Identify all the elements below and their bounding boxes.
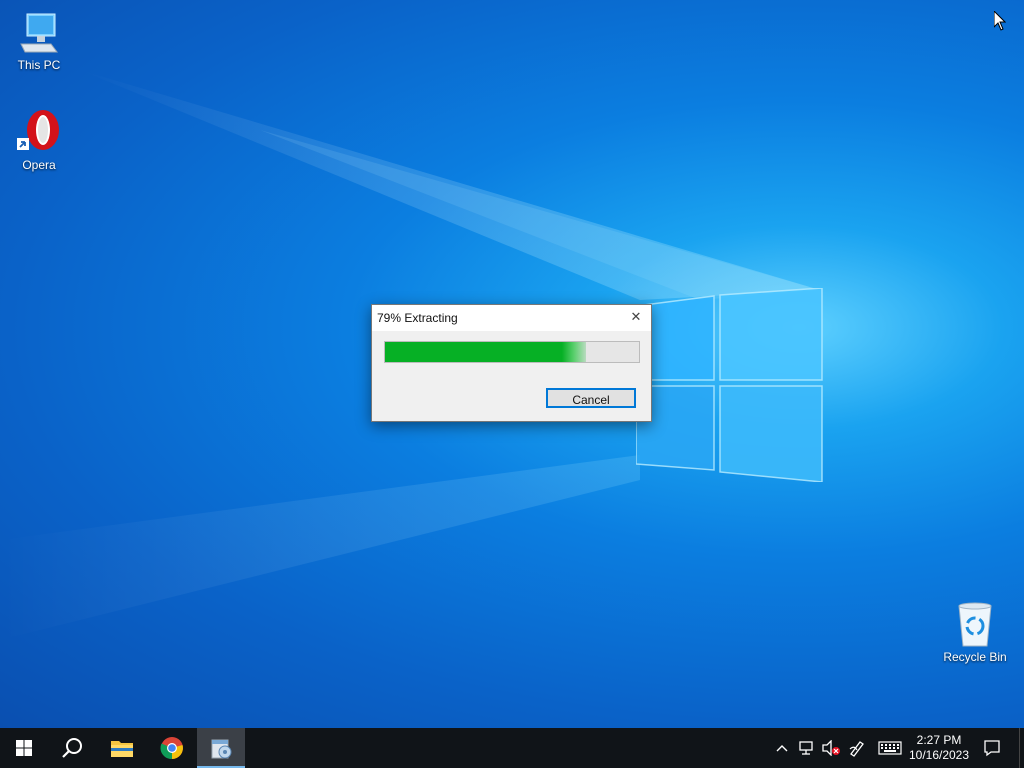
keyboard-icon[interactable] [876,728,904,768]
archive-extractor-icon [211,739,232,759]
progress-bar-fill [385,342,586,362]
recycle-bin-icon [951,600,999,648]
desktop-icon-label: Opera [22,158,56,172]
extract-progress-dialog: 79% Extracting ✕ Cancel [371,304,652,422]
dialog-title: 79% Extracting [377,311,458,325]
volume-muted-icon[interactable] [820,728,842,768]
desktop-icon-label: Recycle Bin [943,650,1007,664]
windows-logo-wallpaper [636,288,823,482]
close-icon[interactable]: ✕ [627,309,645,327]
cancel-button[interactable]: Cancel [546,388,636,408]
clock-date: 10/16/2023 [908,748,970,762]
desktop-icon-recycle-bin[interactable]: Recycle Bin [937,600,1013,664]
opera-icon [15,108,63,156]
extract-progress-bar [384,341,640,363]
desktop-icon-this-pc[interactable]: This PC [1,8,77,72]
notification-icon[interactable] [978,728,1006,768]
network-icon[interactable] [796,728,818,768]
taskbar: 2:27 PM 10/16/2023 [0,728,1024,768]
show-desktop-button[interactable] [1019,728,1024,768]
pen-icon[interactable] [846,728,868,768]
taskbar-search-button[interactable] [48,728,96,768]
taskbar-extractor-app[interactable] [197,728,245,768]
clock-time: 2:27 PM [916,733,962,747]
chevron-up-icon[interactable] [772,728,792,768]
chrome-icon [160,737,183,760]
mouse-cursor-icon [994,11,1006,31]
desktop-background: This PC Opera Recycle Bin 79% Extracting… [0,0,1024,728]
taskbar-chrome[interactable] [148,728,196,768]
this-pc-icon [15,8,63,56]
start-button[interactable] [0,728,48,768]
taskbar-clock[interactable]: 2:27 PM 10/16/2023 [906,728,972,768]
windows-start-icon [16,740,32,756]
desktop-icon-label: This PC [17,58,61,72]
desktop-icon-opera[interactable]: Opera [1,108,77,172]
search-icon [62,738,82,758]
folder-icon [111,741,133,757]
dialog-titlebar[interactable]: 79% Extracting ✕ [372,305,651,331]
taskbar-file-explorer[interactable] [98,728,146,768]
